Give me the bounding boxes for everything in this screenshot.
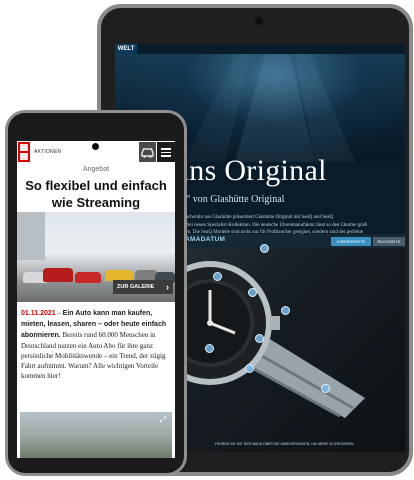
hotspot-marker[interactable]: [255, 334, 264, 343]
intro-line: ren Taucheruhr aus Glashütte präsentiert…: [173, 215, 334, 220]
building-shape: [17, 212, 45, 260]
expand-icon[interactable]: ⤢: [160, 415, 166, 425]
sponsored-label: Angebot: [82, 166, 110, 173]
car-shape: [75, 272, 101, 283]
back-view-button[interactable]: RÜCKSEITE: [373, 237, 405, 246]
gallery-button-label: ZUR GALERIE: [117, 284, 155, 290]
hotspot-marker[interactable]: [205, 344, 214, 353]
article-teaser: 01.11.2021 – Ein Auto kann man kaufen, m…: [21, 309, 167, 380]
welt-logo[interactable]: WELT: [115, 44, 137, 54]
phone-device: AKTIONEN Angebot So flexibel und einfach…: [5, 110, 187, 476]
nav-aktionen[interactable]: AKTIONEN: [34, 149, 61, 155]
hotspot-marker[interactable]: [260, 244, 269, 253]
secondary-image[interactable]: ⤢: [20, 412, 172, 458]
hotspot-marker[interactable]: [213, 272, 222, 281]
phone-camera: [92, 143, 99, 150]
article-headline[interactable]: So flexibel und einfach wie Streaming: [21, 177, 171, 211]
menu-button[interactable]: [157, 142, 175, 162]
hamburger-icon: [161, 148, 171, 150]
gallery-button[interactable]: ZUR GALERIE ›: [113, 280, 173, 294]
tablet-camera: [255, 17, 263, 25]
intro-line: ehnte drei neuen Spezialist-Kollektion. …: [173, 222, 367, 228]
hotspot-hint: FAHREN SIE MIT DER MAUS ÜBER DIE MARKIER…: [215, 442, 354, 446]
chevron-right-icon: ›: [166, 282, 169, 292]
front-view-button[interactable]: VORDERSEITE: [331, 237, 371, 246]
car-shape: [43, 268, 73, 282]
hotspot-marker[interactable]: [281, 306, 290, 315]
watch-tab-label: AMADATUM: [185, 236, 226, 243]
car-button[interactable]: [139, 142, 156, 162]
phone-screen: AKTIONEN Angebot So flexibel und einfach…: [17, 141, 175, 458]
hotspot-marker[interactable]: [321, 384, 330, 393]
hotspot-marker[interactable]: [248, 288, 257, 297]
hamburger-icon: [161, 155, 171, 157]
car-icon: [141, 148, 154, 158]
bild-logo[interactable]: [18, 142, 30, 162]
hamburger-icon: [161, 151, 171, 154]
hotspot-marker[interactable]: [245, 364, 254, 373]
article-date: 01.11.2021: [21, 310, 56, 317]
